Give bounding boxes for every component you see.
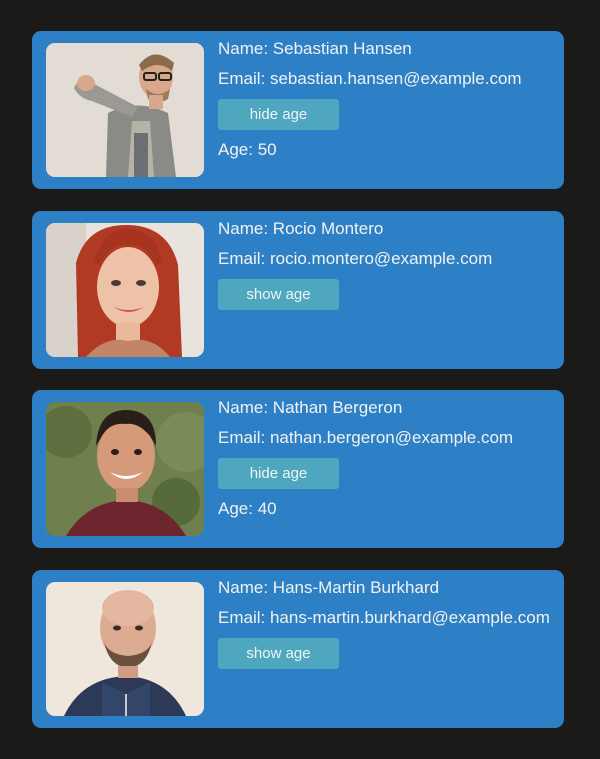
- user-photo: [46, 43, 204, 177]
- toggle-age-button[interactable]: show age: [218, 279, 339, 310]
- user-photo-image: [46, 223, 204, 357]
- name-value: Rocio Montero: [272, 219, 384, 238]
- user-info: Name: Sebastian Hansen Email: sebastian.…: [218, 39, 554, 160]
- user-email: Email: rocio.montero@example.com: [218, 249, 554, 269]
- user-card: Name: Nathan Bergeron Email: nathan.berg…: [32, 390, 564, 548]
- name-value: Nathan Bergeron: [272, 398, 403, 417]
- age-label: Age:: [218, 140, 258, 159]
- name-label: Name:: [218, 219, 273, 238]
- email-label: Email:: [218, 428, 270, 447]
- user-email: Email: nathan.bergeron@example.com: [218, 428, 554, 448]
- user-photo-image: [46, 582, 204, 716]
- name-value: Hans-Martin Burkhard: [272, 578, 440, 597]
- name-label: Name:: [218, 578, 273, 597]
- user-card: Name: Hans-Martin Burkhard Email: hans-m…: [32, 570, 564, 728]
- email-label: Email:: [218, 249, 270, 268]
- email-value: hans-martin.burkhard@example.com: [269, 608, 550, 627]
- user-name: Name: Rocio Montero: [218, 219, 554, 239]
- user-photo-image: [46, 402, 204, 536]
- age-label: Age:: [218, 499, 258, 518]
- user-info: Name: Nathan Bergeron Email: nathan.berg…: [218, 398, 554, 519]
- user-photo: [46, 402, 204, 536]
- user-name: Name: Sebastian Hansen: [218, 39, 554, 59]
- user-age: Age: 40: [218, 499, 554, 519]
- toggle-age-button[interactable]: hide age: [218, 99, 339, 130]
- email-value: nathan.bergeron@example.com: [269, 428, 514, 447]
- name-label: Name:: [218, 398, 273, 417]
- user-email: Email: sebastian.hansen@example.com: [218, 69, 554, 89]
- user-photo: [46, 223, 204, 357]
- user-email: Email: hans-martin.burkhard@example.com: [218, 608, 554, 628]
- email-value: sebastian.hansen@example.com: [269, 69, 522, 88]
- user-card-list: Name: Sebastian Hansen Email: sebastian.…: [0, 0, 600, 759]
- toggle-age-button[interactable]: hide age: [218, 458, 339, 489]
- user-info: Name: Hans-Martin Burkhard Email: hans-m…: [218, 578, 554, 669]
- user-photo-image: [46, 43, 204, 177]
- user-name: Name: Nathan Bergeron: [218, 398, 554, 418]
- user-age: Age: 50: [218, 140, 554, 160]
- email-value: rocio.montero@example.com: [269, 249, 493, 268]
- name-value: Sebastian Hansen: [272, 39, 412, 58]
- user-card: Name: Sebastian Hansen Email: sebastian.…: [32, 31, 564, 189]
- email-label: Email:: [218, 608, 270, 627]
- email-label: Email:: [218, 69, 270, 88]
- user-info: Name: Rocio Montero Email: rocio.montero…: [218, 219, 554, 310]
- toggle-age-button[interactable]: show age: [218, 638, 339, 669]
- age-value: 50: [257, 140, 277, 159]
- user-name: Name: Hans-Martin Burkhard: [218, 578, 554, 598]
- user-card: Name: Rocio Montero Email: rocio.montero…: [32, 211, 564, 369]
- user-photo: [46, 582, 204, 716]
- age-value: 40: [257, 499, 277, 518]
- name-label: Name:: [218, 39, 273, 58]
